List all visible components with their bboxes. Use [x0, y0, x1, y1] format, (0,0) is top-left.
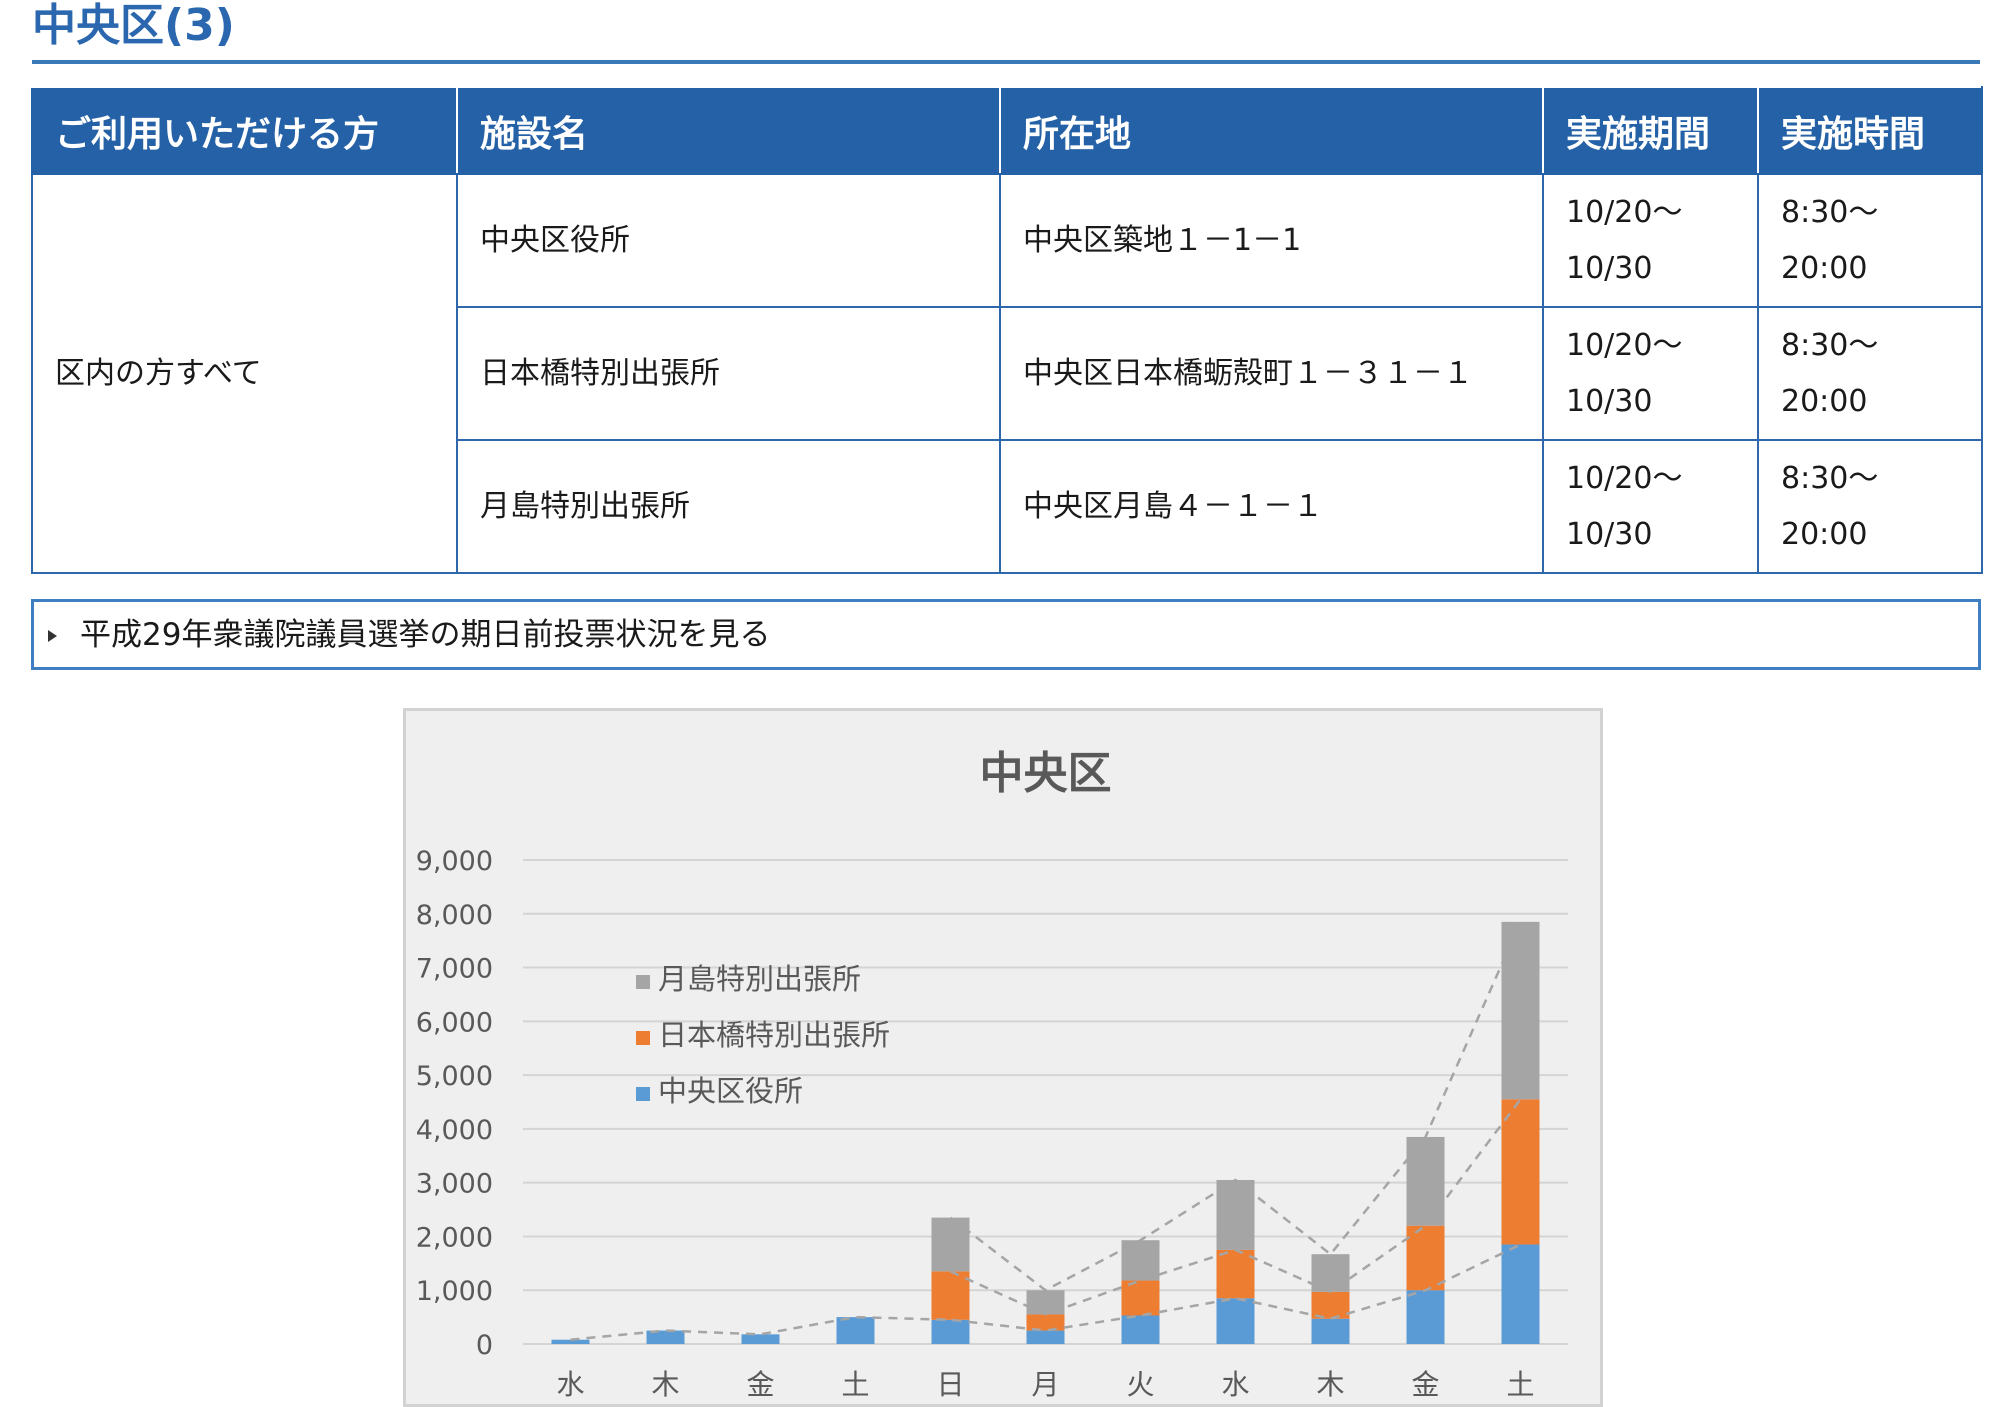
y-tick-label: 1,000 — [416, 1276, 493, 1307]
bar-segment — [1311, 1318, 1350, 1344]
time-end: 20:00 — [1781, 516, 1868, 552]
facility-table: ご利用いただける方 施設名 所在地 実施期間 実施時間 区内の方すべて 中央区役… — [31, 86, 1983, 574]
x-tick-label: 木 — [1316, 1368, 1344, 1401]
time-end: 20:00 — [1781, 383, 1868, 419]
legend-label: 中央区役所 — [658, 1074, 803, 1108]
facility-cell: 月島特別出張所 — [456, 439, 1001, 574]
legend-label: 月島特別出張所 — [658, 962, 861, 996]
header-period: 実施期間 — [1542, 86, 1759, 175]
y-tick-label: 5,000 — [416, 1061, 493, 1092]
period-cell: 10/20～ 10/30 — [1542, 439, 1759, 574]
expander-label: 平成29年衆議院議員選挙の期日前投票状況を見る — [80, 617, 771, 653]
y-tick-label: 4,000 — [416, 1115, 493, 1146]
table-header-row: ご利用いただける方 施設名 所在地 実施期間 実施時間 — [31, 86, 1983, 175]
section-title: 中央区(3) — [32, 0, 235, 51]
bar-segment — [1311, 1254, 1350, 1292]
chart-svg: 中央区 0 1,000 2,000 3,000 4,000 5,000 6,000 7,000 8… — [416, 748, 1568, 1401]
x-tick-label: 水 — [556, 1368, 584, 1401]
legend-swatch — [636, 1087, 650, 1101]
bar-segment — [1026, 1330, 1065, 1344]
bar-segment — [1121, 1280, 1160, 1316]
bar-segment — [551, 1339, 590, 1344]
bar-segment — [836, 1317, 875, 1344]
period-cell: 10/20～ 10/30 — [1542, 173, 1759, 308]
facility-cell: 日本橋特別出張所 — [456, 306, 1001, 441]
x-tick-label: 日 — [936, 1368, 964, 1401]
voting-status-expander[interactable]: 平成29年衆議院議員選挙の期日前投票状況を見る — [31, 599, 1981, 670]
period-end: 10/30 — [1566, 250, 1653, 286]
time-end: 20:00 — [1781, 250, 1868, 286]
x-tick-label: 水 — [1221, 1368, 1249, 1401]
period-end: 10/30 — [1566, 383, 1653, 419]
bar-segment — [1406, 1225, 1445, 1291]
x-tick-label: 木 — [651, 1368, 679, 1401]
address-cell: 中央区築地１－1－1 — [999, 173, 1544, 308]
section-heading: 中央区(3) — [32, 0, 1980, 64]
period-cell: 10/20～ 10/30 — [1542, 306, 1759, 441]
legend-swatch — [636, 975, 650, 989]
bar-segment — [1406, 1290, 1445, 1344]
bar-segment — [931, 1271, 970, 1320]
eligible-cell: 区内の方すべて — [31, 173, 458, 574]
time-cell: 8:30～ 20:00 — [1757, 306, 1983, 441]
y-tick-label: 2,000 — [416, 1222, 493, 1253]
chart-title: 中央区 — [980, 748, 1112, 799]
y-tick-label: 7,000 — [416, 954, 493, 985]
voting-chart: 中央区 0 1,000 2,000 3,000 4,000 5,000 6,000 7,000 8… — [403, 708, 1603, 1407]
y-tick-label: 3,000 — [416, 1169, 493, 1200]
header-eligible: ご利用いただける方 — [31, 86, 458, 175]
x-tick-label: 土 — [841, 1368, 869, 1401]
facility-cell: 中央区役所 — [456, 173, 1001, 308]
bar-segment — [1501, 921, 1540, 1100]
legend-swatch — [636, 1031, 650, 1045]
period-start: 10/20～ — [1566, 327, 1683, 363]
header-facility: 施設名 — [456, 86, 1001, 175]
period-end: 10/30 — [1566, 516, 1653, 552]
time-start: 8:30～ — [1781, 460, 1879, 496]
bar-segment — [931, 1217, 970, 1272]
time-start: 8:30～ — [1781, 194, 1879, 230]
bar-segment — [931, 1319, 970, 1344]
y-tick-label: 9,000 — [416, 846, 493, 877]
bar-segment — [1216, 1249, 1255, 1299]
table-row: 区内の方すべて 中央区役所 中央区築地１－1－1 10/20～ 10/30 8:3… — [31, 173, 1983, 574]
bar-segment — [1501, 1099, 1540, 1245]
header-address: 所在地 — [999, 86, 1544, 175]
x-tick-label: 金 — [1411, 1368, 1439, 1401]
time-start: 8:30～ — [1781, 327, 1879, 363]
address-cell: 中央区日本橋蛎殻町１－３１－１ — [999, 306, 1544, 441]
x-tick-label: 火 — [1126, 1368, 1154, 1401]
x-tick-label: 金 — [746, 1368, 774, 1401]
time-cell: 8:30～ 20:00 — [1757, 439, 1983, 574]
period-start: 10/20～ — [1566, 194, 1683, 230]
y-tick-label: 6,000 — [416, 1007, 493, 1038]
bar-segment — [1406, 1136, 1445, 1226]
header-time: 実施時間 — [1757, 86, 1983, 175]
bar-segment — [1216, 1298, 1255, 1344]
x-tick-label: 月 — [1031, 1368, 1059, 1401]
bar-segment — [1501, 1244, 1540, 1344]
y-tick-label: 0 — [476, 1330, 493, 1361]
period-start: 10/20～ — [1566, 460, 1683, 496]
x-tick-label: 土 — [1506, 1368, 1534, 1401]
bar-segment — [1121, 1315, 1160, 1344]
expand-triangle-icon — [48, 630, 57, 642]
time-cell: 8:30～ 20:00 — [1757, 173, 1983, 308]
y-tick-label: 8,000 — [416, 900, 493, 931]
bar-segment — [741, 1334, 780, 1344]
legend-label: 日本橋特別出張所 — [658, 1018, 890, 1052]
address-cell: 中央区月島４－１－１ — [999, 439, 1544, 574]
